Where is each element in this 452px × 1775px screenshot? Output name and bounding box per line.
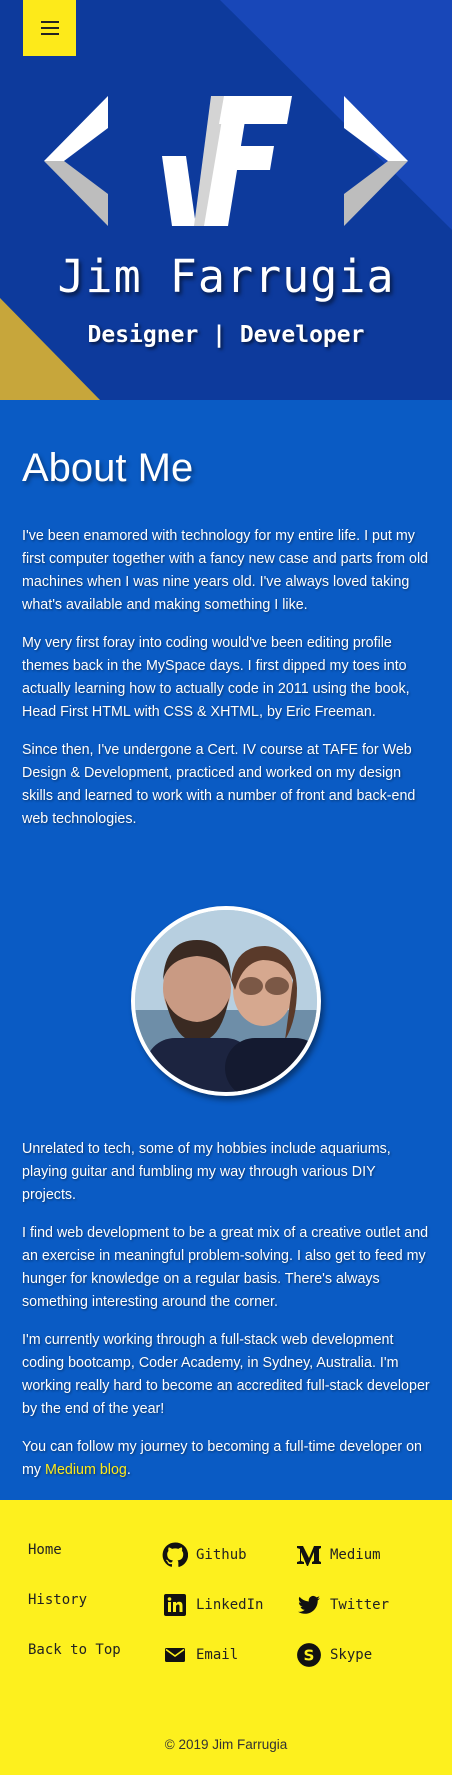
about-paragraph: Since then, I've undergone a Cert. IV co… bbox=[22, 742, 416, 827]
menu-button[interactable] bbox=[23, 0, 76, 56]
footer-link-skype[interactable]: S Skype bbox=[296, 1642, 372, 1668]
footer-link-label: Home bbox=[28, 1542, 62, 1558]
jf-logo-icon bbox=[44, 96, 408, 226]
menu-bar-icon bbox=[40, 27, 59, 29]
avatar-container bbox=[22, 906, 430, 1096]
footer-link-label: Email bbox=[196, 1647, 239, 1663]
menu-bar-icon bbox=[40, 33, 59, 35]
about-heading: About Me bbox=[22, 446, 194, 490]
footer-link-label: LinkedIn bbox=[196, 1597, 264, 1613]
github-icon bbox=[162, 1542, 188, 1568]
about-paragraph: I've been enamored with technology for m… bbox=[22, 528, 429, 613]
footer-link-history[interactable]: History bbox=[28, 1592, 87, 1608]
footer-link-label: Github bbox=[196, 1547, 247, 1563]
about-section: About Me I've been enamored with technol… bbox=[0, 400, 452, 1500]
footer-link-github[interactable]: Github bbox=[162, 1542, 247, 1568]
footer-link-label: Back to Top bbox=[28, 1642, 121, 1658]
skype-icon: S bbox=[296, 1642, 322, 1668]
about-paragraph: I'm currently working through a full-sta… bbox=[22, 1332, 430, 1417]
site-footer: Home History Back to Top Github LinkedIn… bbox=[0, 1500, 452, 1775]
about-paragraph: My very first foray into coding would've… bbox=[22, 635, 410, 720]
footer-link-email[interactable]: Email bbox=[162, 1642, 238, 1668]
footer-link-medium[interactable]: Medium bbox=[296, 1542, 381, 1568]
hero-name: Jim Farrugia bbox=[57, 250, 395, 303]
medium-icon bbox=[296, 1542, 322, 1568]
twitter-icon bbox=[296, 1592, 322, 1618]
menu-bar-icon bbox=[40, 21, 59, 23]
avatar-photo bbox=[131, 906, 321, 1096]
footer-link-home[interactable]: Home bbox=[28, 1542, 62, 1558]
about-paragraph: I find web development to be a great mix… bbox=[22, 1225, 429, 1310]
about-paragraph: Unrelated to tech, some of my hobbies in… bbox=[22, 1141, 391, 1203]
footer-link-label: History bbox=[28, 1592, 88, 1608]
follow-suffix: . bbox=[126, 1462, 131, 1478]
hero-tagline: Designer | Developer bbox=[87, 322, 365, 348]
footer-link-linkedin[interactable]: LinkedIn bbox=[162, 1592, 263, 1618]
avatar-image bbox=[135, 910, 317, 1092]
footer-link-label: Medium bbox=[330, 1547, 381, 1563]
footer-link-back-to-top[interactable]: Back to Top bbox=[28, 1642, 121, 1658]
footer-link-label: Twitter bbox=[330, 1597, 390, 1613]
about-follow-paragraph: You can follow my journey to becoming a … bbox=[22, 1436, 430, 1482]
svg-text:S: S bbox=[304, 1646, 315, 1664]
copyright-text: © 2019 Jim Farrugia bbox=[164, 1737, 288, 1752]
email-icon bbox=[162, 1642, 188, 1668]
footer-link-label: Skype bbox=[330, 1647, 373, 1663]
linkedin-icon bbox=[162, 1592, 188, 1618]
medium-blog-link[interactable]: Medium blog bbox=[45, 1462, 127, 1478]
footer-link-twitter[interactable]: Twitter bbox=[296, 1592, 389, 1618]
hero-header: Jim Farrugia Designer | Developer bbox=[0, 0, 452, 400]
